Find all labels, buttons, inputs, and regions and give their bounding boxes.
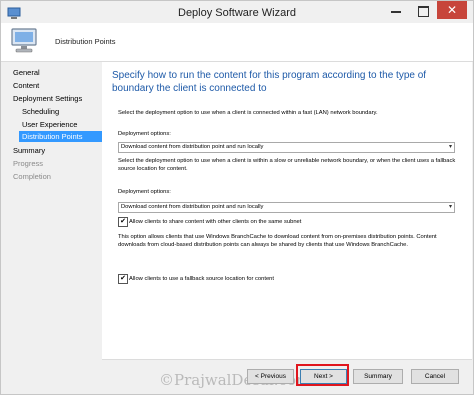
fallback-source-label: Allow clients to use a fallback source l…	[129, 276, 274, 282]
fallback-source-checkbox[interactable]: ✔	[118, 274, 128, 284]
nav-item-content[interactable]: Content	[13, 80, 39, 91]
fast-deployment-options-label: Deployment options:	[118, 131, 171, 137]
slow-network-intro: Select the deployment option to use when…	[118, 158, 456, 172]
summary-button[interactable]: Summary	[353, 369, 403, 384]
nav-item-scheduling[interactable]: Scheduling	[22, 106, 59, 117]
previous-button[interactable]: < Previous	[247, 369, 294, 384]
page-title: Distribution Points	[55, 37, 116, 46]
chevron-down-icon: ▾	[448, 204, 452, 210]
wizard-nav: General Content Deployment Settings Sche…	[1, 62, 102, 359]
fast-deployment-options-value: Download content from distribution point…	[121, 144, 264, 150]
close-button[interactable]: ✕	[437, 1, 467, 19]
nav-item-deployment-settings[interactable]: Deployment Settings	[13, 93, 82, 104]
chevron-down-icon: ▾	[448, 144, 452, 150]
slow-deployment-options-value: Download content from distribution point…	[121, 204, 264, 210]
share-content-label: Allow clients to share content with othe…	[129, 219, 302, 225]
window-title: Deploy Software Wizard	[178, 7, 296, 19]
nav-item-progress: Progress	[13, 159, 44, 168]
wizard-window: Deploy Software Wizard ✕ Distribution Po…	[0, 0, 474, 395]
fast-network-intro: Select the deployment option to use when…	[118, 110, 378, 116]
content-pane: Specify how to run the content for this …	[102, 62, 472, 359]
next-button-highlight	[296, 364, 349, 386]
slow-deployment-options-dropdown[interactable]: Download content from distribution point…	[118, 202, 455, 213]
nav-item-distribution-points[interactable]: Distribution Points	[19, 131, 102, 142]
nav-item-summary[interactable]: Summary	[13, 145, 45, 156]
maximize-button[interactable]	[418, 6, 429, 17]
share-content-checkbox[interactable]: ✔	[118, 217, 128, 227]
checkmark-icon: ✔	[120, 218, 126, 225]
checkmark-icon: ✔	[120, 275, 126, 282]
slow-deployment-options-label: Deployment options:	[118, 189, 171, 195]
footer-divider	[102, 359, 472, 360]
nav-item-user-experience[interactable]: User Experience	[22, 119, 77, 130]
minimize-button[interactable]	[391, 9, 401, 13]
wizard-header: Distribution Points	[1, 23, 473, 62]
branchcache-description: This option allows clients that use Wind…	[118, 234, 437, 248]
cancel-button[interactable]: Cancel	[411, 369, 459, 384]
section-heading: Specify how to run the content for this …	[112, 70, 427, 94]
computer-icon	[11, 28, 37, 53]
fast-deployment-options-dropdown[interactable]: Download content from distribution point…	[118, 142, 455, 153]
nav-item-general[interactable]: General	[13, 67, 40, 78]
nav-item-completion: Completion	[13, 172, 51, 181]
